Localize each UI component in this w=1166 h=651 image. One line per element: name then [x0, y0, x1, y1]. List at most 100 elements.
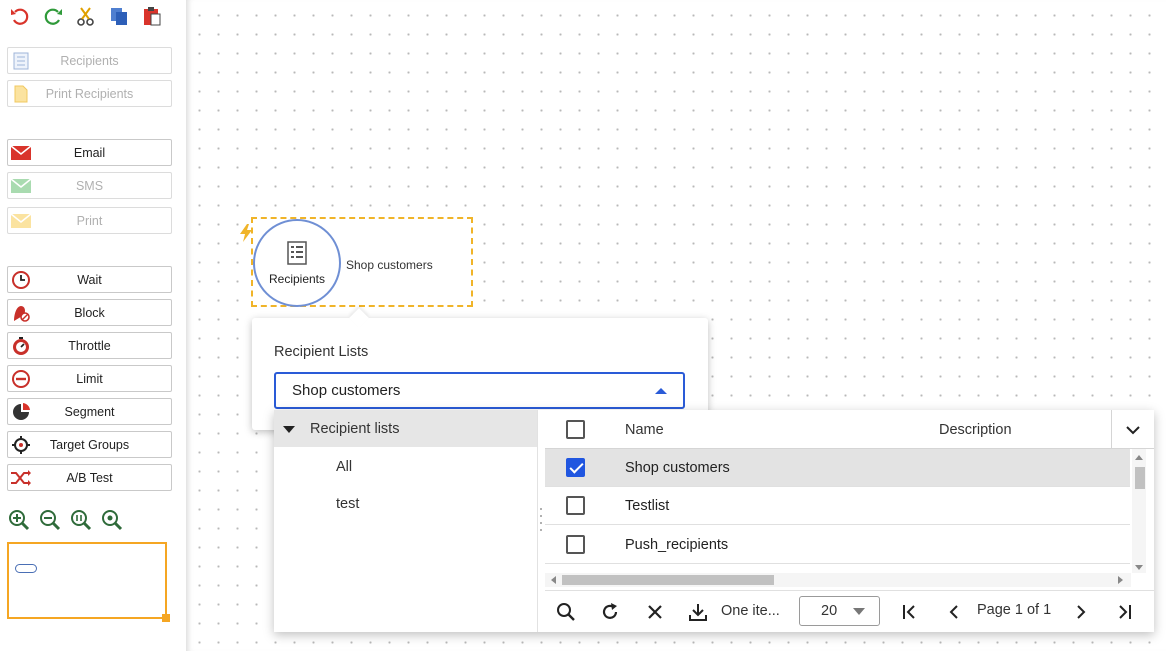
row-checkbox[interactable]	[566, 458, 585, 477]
recipients-icon	[8, 48, 34, 73]
redo-icon[interactable]	[41, 4, 65, 28]
shuffle-icon	[8, 465, 34, 490]
target-groups-button[interactable]: Target Groups	[7, 431, 172, 458]
tree-item-test[interactable]: test	[274, 485, 537, 522]
clear-icon[interactable]	[643, 600, 667, 624]
table-row[interactable]: Push_recipients	[545, 526, 1130, 564]
first-page-icon[interactable]	[898, 600, 922, 624]
tool-button-label: Wait	[77, 272, 102, 287]
table-row[interactable]: Shop customers	[545, 449, 1130, 487]
tree-item-recipient-lists[interactable]: Recipient lists	[274, 410, 537, 447]
node-type-label: Recipients	[268, 272, 326, 286]
limit-icon	[8, 366, 34, 391]
undo-icon[interactable]	[8, 4, 32, 28]
throttle-icon	[8, 333, 34, 358]
minimap[interactable]	[7, 542, 170, 622]
edit-toolbar	[8, 4, 164, 28]
tool-button-label: Throttle	[68, 338, 111, 353]
last-page-icon[interactable]	[1112, 600, 1136, 624]
recipient-lists-grid: Name Description Shop customers Testlist…	[545, 410, 1154, 632]
tree-item-label: Recipient lists	[310, 420, 400, 437]
table-row[interactable]: Testlist	[545, 487, 1130, 525]
vertical-scroll-thumb[interactable]	[1135, 467, 1145, 489]
caret-up-icon[interactable]	[655, 388, 667, 394]
tool-button-label: Recipients	[60, 53, 119, 68]
print-button[interactable]: Print	[7, 207, 172, 234]
sms-button[interactable]: SMS	[7, 172, 172, 199]
column-header-name[interactable]: Name	[625, 422, 664, 438]
previous-page-icon[interactable]	[942, 600, 966, 624]
segment-icon	[8, 399, 34, 424]
minimap-resize-handle[interactable]	[162, 614, 170, 622]
horizontal-scrollbar[interactable]	[545, 573, 1131, 587]
search-icon[interactable]	[554, 600, 578, 624]
zoom-reset-icon[interactable]	[101, 509, 123, 531]
minimap-node	[15, 564, 37, 573]
cut-icon[interactable]	[74, 4, 98, 28]
paste-icon[interactable]	[140, 4, 164, 28]
grid-header: Name Description	[545, 410, 1154, 449]
wait-button[interactable]: Wait	[7, 266, 172, 293]
copy-icon[interactable]	[107, 4, 131, 28]
tool-button-label: SMS	[75, 178, 104, 193]
select-all-checkbox[interactable]	[566, 420, 585, 439]
row-name: Testlist	[625, 498, 670, 514]
tool-button-label: Print	[76, 213, 103, 228]
dropdown-selected-value: Shop customers	[292, 382, 401, 399]
tool-button-label: Segment	[64, 404, 115, 419]
pane-splitter[interactable]	[538, 505, 544, 533]
vertical-scrollbar[interactable]	[1132, 449, 1146, 573]
download-icon[interactable]	[686, 600, 710, 624]
block-button[interactable]: Block	[7, 299, 172, 326]
recipient-lists-dropdown[interactable]: Shop customers	[274, 372, 685, 409]
row-name: Push_recipients	[625, 537, 729, 553]
print-recipients-icon	[8, 81, 34, 106]
zoom-controls	[8, 509, 123, 531]
tool-button-label: Limit	[76, 371, 103, 386]
a-b-test-button[interactable]: A/B Test	[7, 464, 172, 491]
tool-button-label: Block	[74, 305, 105, 320]
tree-item-label: test	[336, 495, 360, 512]
recipients-node[interactable]: Recipients Shop customers	[240, 217, 473, 307]
node-circle[interactable]: Recipients	[253, 219, 341, 307]
tool-button-label: Target Groups	[49, 437, 130, 452]
tree-item-label: All	[336, 458, 353, 475]
node-name: Shop customers	[346, 258, 433, 272]
tree-item-all[interactable]: All	[274, 448, 537, 485]
limit-button[interactable]: Limit	[7, 365, 172, 392]
horizontal-scroll-thumb[interactable]	[562, 575, 774, 585]
caret-down-icon	[853, 608, 865, 615]
zoom-in-icon[interactable]	[8, 509, 30, 531]
next-page-icon[interactable]	[1069, 600, 1093, 624]
segment-button[interactable]: Segment	[7, 398, 172, 425]
tool-button-label: Print Recipients	[45, 86, 134, 101]
zoom-fit-icon[interactable]	[70, 509, 92, 531]
print-recipients-button[interactable]: Print Recipients	[7, 80, 172, 107]
tool-button-label: A/B Test	[66, 470, 113, 485]
trigger-bolt-icon	[240, 224, 252, 242]
recipients-list-icon	[287, 241, 307, 265]
column-menu-button[interactable]	[1111, 410, 1154, 449]
email-icon	[8, 140, 34, 165]
recipient-lists-label: Recipient Lists	[274, 344, 369, 360]
refresh-icon[interactable]	[598, 600, 622, 624]
row-checkbox[interactable]	[566, 496, 585, 515]
print-icon	[8, 208, 34, 233]
column-header-description[interactable]: Description	[939, 422, 1012, 438]
throttle-button[interactable]: Throttle	[7, 332, 172, 359]
chevron-down-icon	[1126, 425, 1140, 434]
pager: One ite... 20 Page 1 of 1	[545, 590, 1154, 632]
zoom-out-icon[interactable]	[39, 509, 61, 531]
left-toolbar: Recipients Print Recipients Email SMS Print W…	[0, 0, 180, 651]
sms-icon	[8, 173, 34, 198]
caret-down-icon[interactable]	[283, 426, 295, 433]
email-button[interactable]: Email	[7, 139, 172, 166]
page-size-select[interactable]: 20	[799, 596, 880, 626]
row-checkbox[interactable]	[566, 535, 585, 554]
page-size-value: 20	[821, 603, 838, 619]
category-tree: Recipient lists All test	[274, 410, 538, 632]
items-info: One ite...	[721, 603, 780, 619]
tool-button-label: Email	[73, 145, 106, 160]
dropdown-panel: Recipient lists All test Name Descriptio…	[274, 410, 1154, 632]
recipients-button[interactable]: Recipients	[7, 47, 172, 74]
